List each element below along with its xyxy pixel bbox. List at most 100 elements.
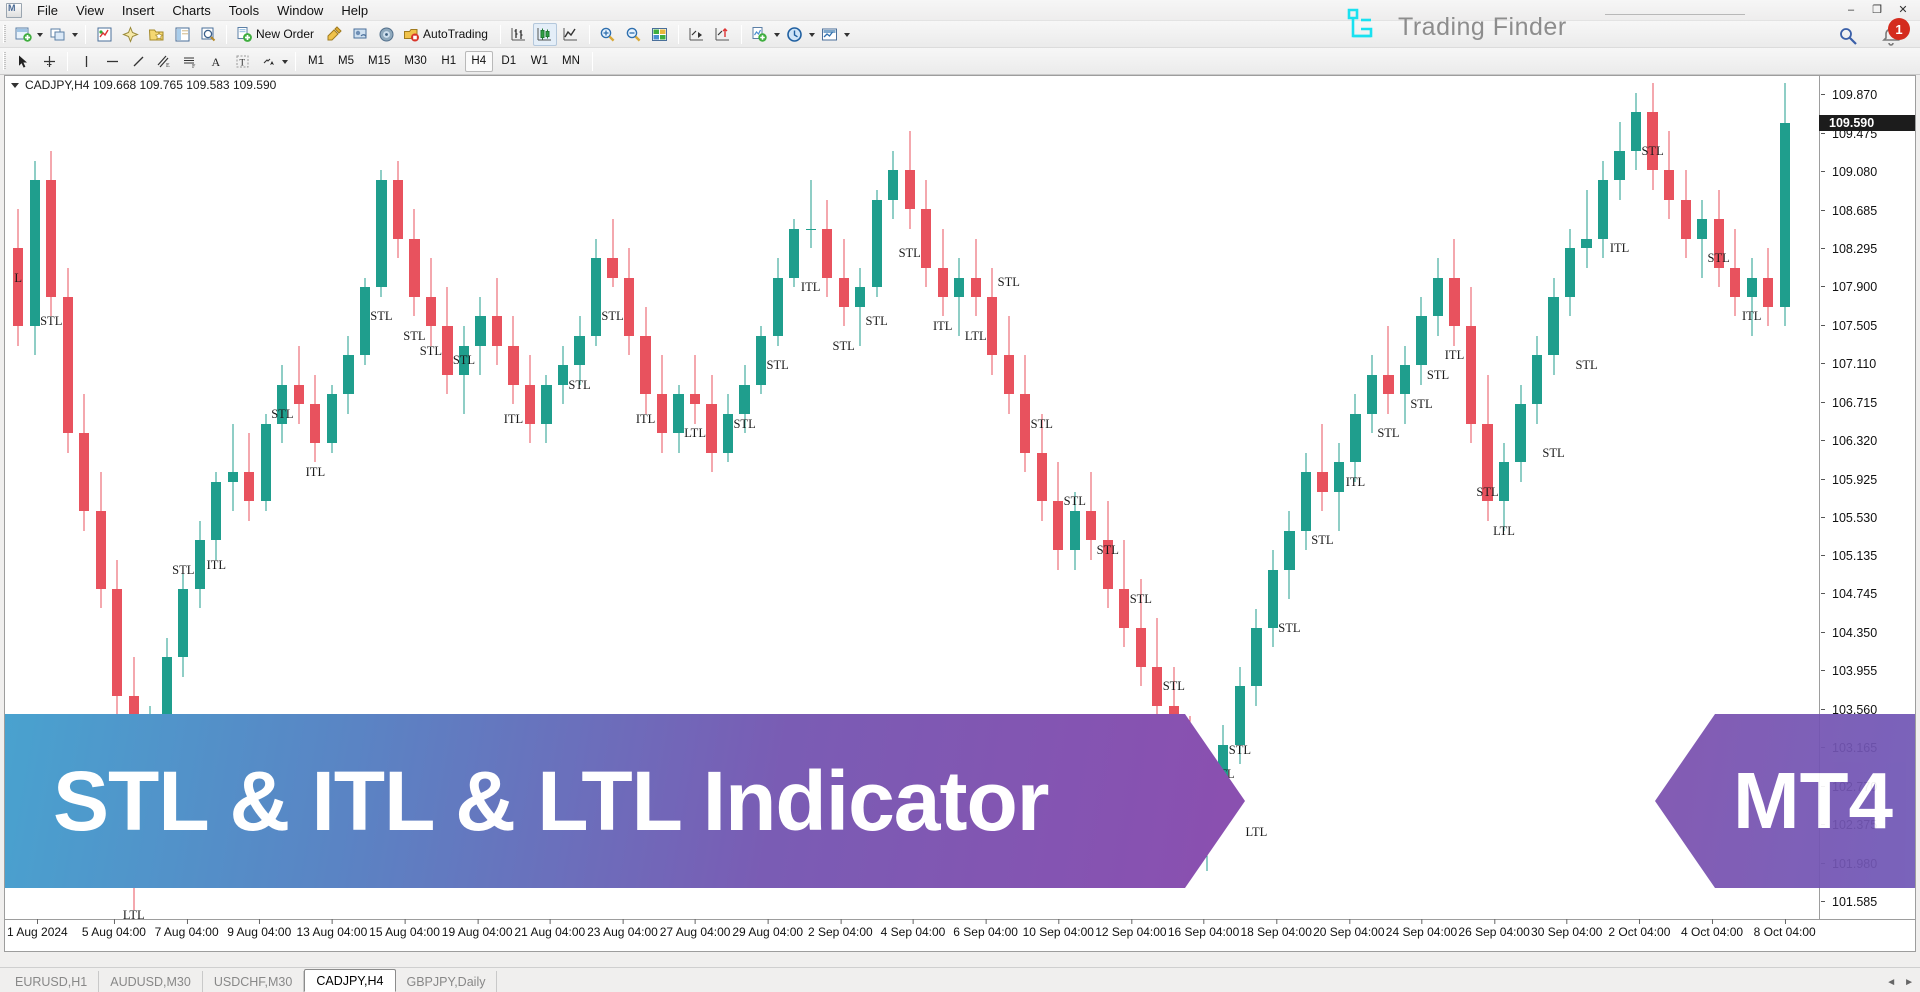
tab-scroll-left-button[interactable]: ◄: [1886, 977, 1896, 988]
indicator-label-stl: STL: [766, 358, 789, 373]
terminal-button[interactable]: [170, 23, 194, 46]
favorites-button[interactable]: [144, 23, 168, 46]
trendline-tool-button[interactable]: [126, 50, 150, 73]
timeframe-m30[interactable]: M30: [398, 51, 432, 72]
templates-button[interactable]: [818, 23, 842, 46]
new-order-button[interactable]: New Order: [233, 23, 320, 46]
text-label-tool-button[interactable]: T: [230, 50, 254, 73]
close-button[interactable]: ✕: [1890, 1, 1916, 18]
timeframe-m15[interactable]: M15: [362, 51, 396, 72]
menu-item-insert[interactable]: Insert: [113, 1, 164, 20]
candlestick: [1647, 76, 1658, 921]
candle-wick: [1586, 189, 1588, 268]
menu-item-view[interactable]: View: [67, 1, 113, 20]
chart-tab-label: CADJPY,H4: [316, 973, 384, 988]
candle-body: [1779, 122, 1790, 307]
zoom-out-button[interactable]: [622, 23, 646, 46]
chart-tab-cadjpy-h4[interactable]: CADJPY,H4: [304, 969, 396, 992]
chart-shift-button[interactable]: [685, 23, 709, 46]
indicator-label-stl: STL: [1542, 445, 1565, 460]
indicators-button[interactable]: [748, 23, 772, 46]
horizontal-line-tool-button[interactable]: [100, 50, 124, 73]
vertical-line-tool-button[interactable]: [74, 50, 98, 73]
candle-body: [376, 180, 387, 288]
toolbar-separator: [677, 24, 679, 44]
candle-body: [805, 228, 816, 231]
menu-item-file[interactable]: File: [28, 1, 67, 20]
clock-icon: [787, 26, 803, 42]
timeframe-m5[interactable]: M5: [332, 51, 360, 72]
menu-item-help[interactable]: Help: [332, 1, 377, 20]
time-tick: 2 Oct 04:00: [1608, 919, 1671, 939]
candle-body: [1135, 627, 1146, 667]
new-chart-dropdown-caret[interactable]: [37, 33, 43, 37]
chart-tab-eurusd-h1[interactable]: EURUSD,H1: [4, 971, 100, 992]
candle-body: [13, 248, 24, 327]
tile-windows-button[interactable]: [648, 23, 672, 46]
templates-dropdown-caret[interactable]: [843, 33, 850, 37]
toolbar-grip[interactable]: [3, 52, 6, 70]
chart-window[interactable]: CADJPY,H4 109.668 109.765 109.583 109.59…: [4, 75, 1916, 952]
autotrading-button[interactable]: AutoTrading: [400, 23, 494, 46]
menu-item-charts[interactable]: Charts: [163, 1, 219, 20]
signals-button[interactable]: [374, 23, 398, 46]
arrows-dropdown-caret[interactable]: [282, 60, 288, 64]
navigator-button[interactable]: [118, 23, 142, 46]
chart-menu-triangle-icon[interactable]: [11, 82, 19, 88]
auto-scroll-button[interactable]: [711, 23, 735, 46]
candle-body: [227, 472, 238, 482]
candlestick: [1284, 76, 1295, 921]
candle-body: [425, 296, 437, 327]
metaeditor-button[interactable]: [322, 23, 346, 46]
menu-item-tools[interactable]: Tools: [220, 1, 268, 20]
candle-wick: [694, 355, 696, 424]
crosshair-tool-button[interactable]: [37, 50, 61, 73]
indicator-label-stl: STL: [1377, 426, 1400, 441]
candle-body: [260, 423, 271, 502]
price-tick: 105.925: [1820, 473, 1915, 487]
time-axis[interactable]: 1 Aug 2024 5 Aug 04:00 7 Aug 04:00 9 Aug 04…: [5, 919, 1915, 951]
timeframe-h1[interactable]: H1: [435, 51, 463, 72]
timeframe-mn[interactable]: MN: [556, 51, 586, 72]
restore-button[interactable]: ❐: [1864, 1, 1890, 18]
arrows-tool-button[interactable]: [256, 50, 280, 73]
minimize-button[interactable]: –: [1838, 1, 1864, 18]
expert-advisors-button[interactable]: [348, 23, 372, 46]
bar-chart-button[interactable]: [507, 23, 531, 46]
indicator-label-itl: ITL: [1609, 241, 1630, 256]
text-tool-button[interactable]: A: [204, 50, 228, 73]
toolbar-separator: [588, 24, 590, 44]
new-chart-button[interactable]: [11, 23, 35, 46]
equidistant-channel-tool-button[interactable]: E: [152, 50, 176, 73]
timeframe-h4[interactable]: H4: [464, 50, 493, 72]
timeframe-d1[interactable]: D1: [495, 51, 523, 72]
periods-dropdown-caret[interactable]: [808, 33, 815, 37]
timeframe-w1[interactable]: W1: [525, 51, 554, 72]
chart-tab-usdchf-m30[interactable]: USDCHF,M30: [203, 971, 305, 992]
candlestick-chart-button[interactable]: [532, 22, 557, 46]
menu-item-window[interactable]: Window: [268, 1, 332, 20]
chart-tab-gbpjpy-daily[interactable]: GBPJPY,Daily: [396, 971, 498, 992]
fibonacci-tool-button[interactable]: F: [178, 50, 202, 73]
indicators-dropdown-caret[interactable]: [773, 33, 780, 37]
equidistant-channel-icon: E: [157, 55, 170, 69]
zoom-in-button[interactable]: [596, 23, 620, 46]
timeframe-m1[interactable]: M1: [302, 51, 330, 72]
market-watch-button[interactable]: [92, 23, 116, 46]
strategy-tester-button[interactable]: [196, 23, 220, 46]
notification-badge[interactable]: 1: [1888, 18, 1910, 40]
candle-wick: [1321, 423, 1323, 512]
profiles-button[interactable]: [46, 23, 70, 46]
cursor-tool-button[interactable]: [11, 50, 35, 73]
line-chart-button[interactable]: [559, 23, 583, 46]
tab-scroll-right-button[interactable]: ►: [1904, 977, 1914, 988]
toolbar-grip[interactable]: [3, 25, 6, 43]
profiles-dropdown-caret[interactable]: [72, 33, 78, 37]
candlestick: [1432, 76, 1444, 921]
bar-chart-icon: [511, 27, 526, 40]
search-icon[interactable]: [1838, 26, 1858, 46]
periods-button[interactable]: [783, 23, 807, 46]
indicator-label-stl: STL: [1410, 397, 1433, 412]
candle-body: [1267, 569, 1278, 628]
chart-tab-audusd-m30[interactable]: AUDUSD,M30: [99, 971, 203, 992]
